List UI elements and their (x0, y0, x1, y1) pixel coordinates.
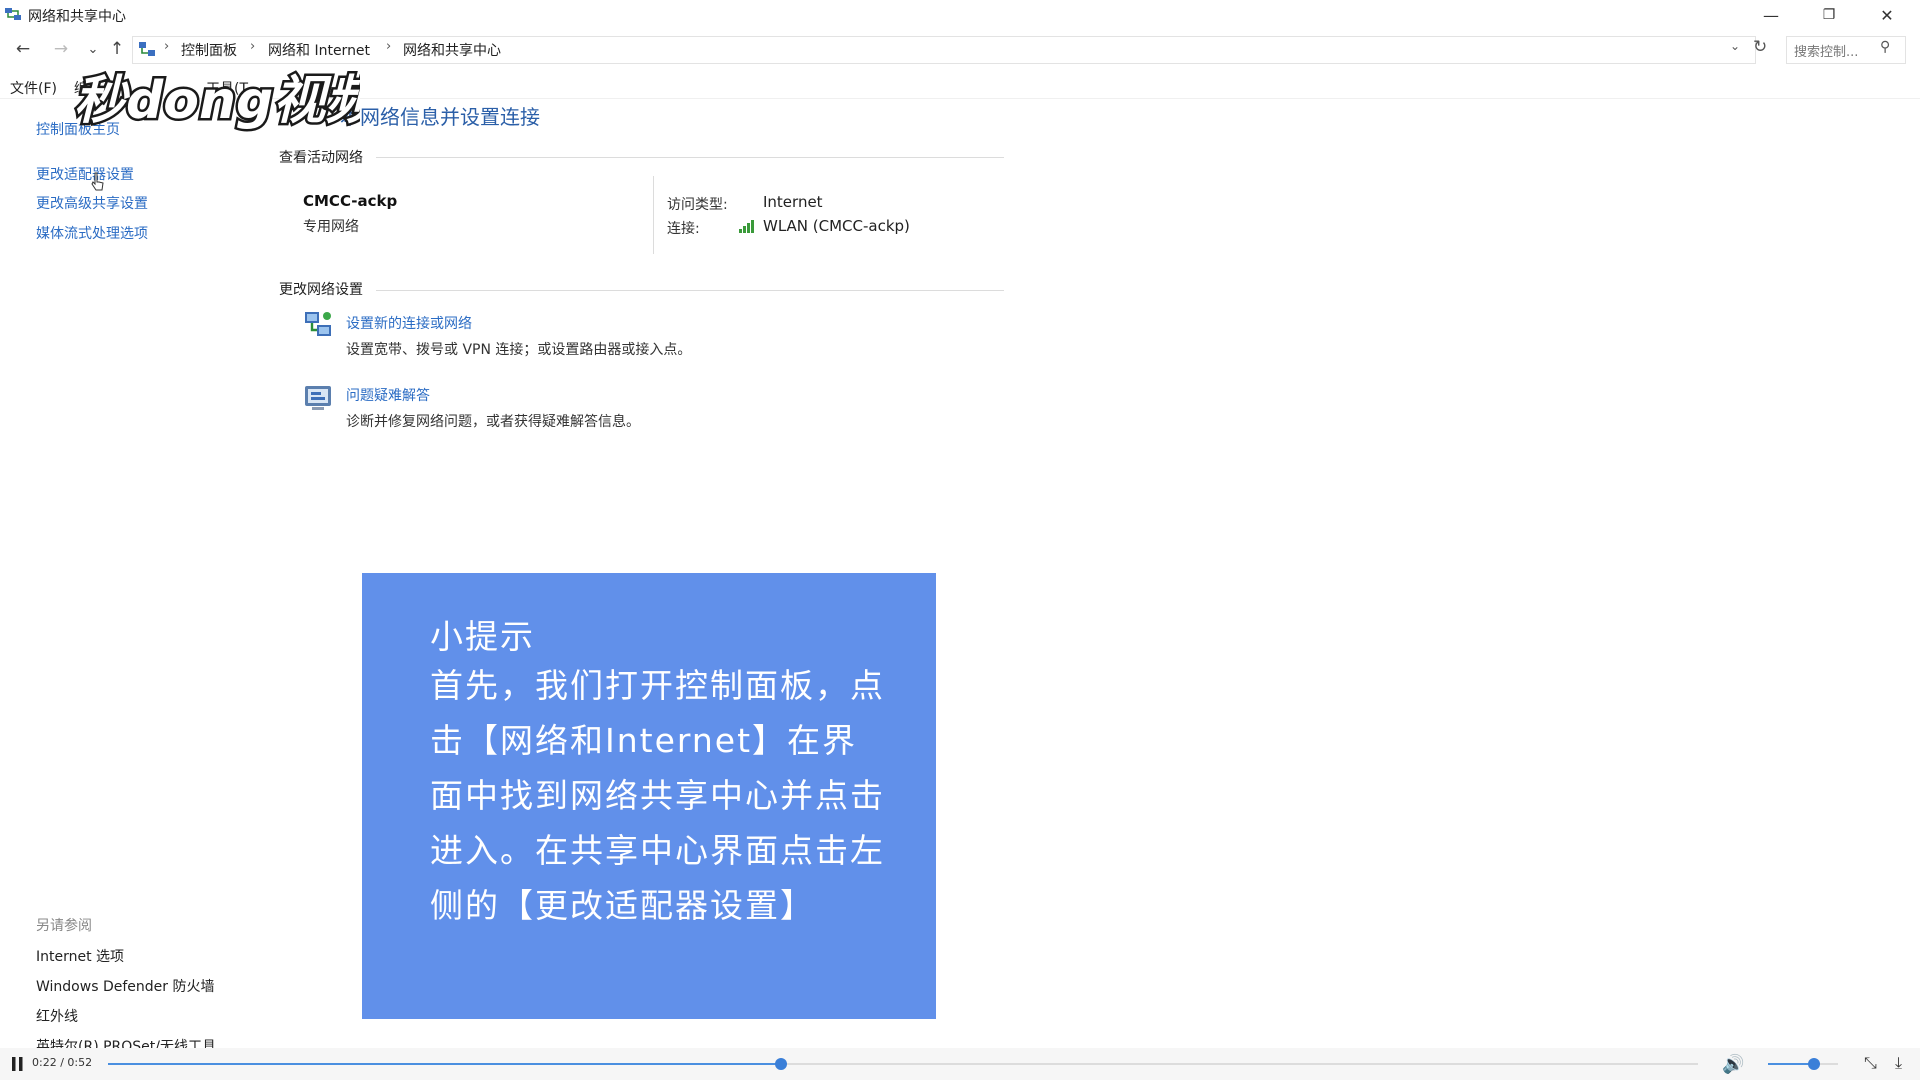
progress-fill (108, 1063, 781, 1065)
refresh-icon[interactable]: ↻ (1753, 37, 1767, 57)
sidebar-item-adapter-settings[interactable]: 更改适配器设置 (36, 164, 134, 184)
forward-button[interactable]: → (50, 38, 72, 60)
setup-new-connection-desc: 设置宽带、拨号或 VPN 连接；或设置路由器或接入点。 (346, 342, 692, 358)
tip-title: 小提示 (430, 617, 535, 656)
wlan-connection-link[interactable]: WLAN (CMCC-ackp) (763, 217, 910, 235)
see-also-internet-options[interactable]: Internet 选项 (36, 946, 124, 966)
download-icon[interactable]: ⤓ (1895, 1053, 1902, 1073)
minimize-button[interactable]: — (1742, 0, 1800, 30)
network-name: CMCC-ackp (303, 192, 398, 210)
history-dropdown-button[interactable]: ⌄ (82, 38, 104, 60)
progress-thumb[interactable] (774, 1058, 787, 1070)
svg-text:秒dong视频: 秒dong视频 (74, 71, 360, 131)
watermark-logo: 秒dong视频 (72, 69, 361, 134)
see-also-infrared[interactable]: 红外线 (36, 1006, 78, 1026)
network-center-icon (5, 8, 21, 20)
video-time: 0:22 / 0:52 (32, 1056, 93, 1069)
fullscreen-exit-icon[interactable]: ⤡ (1864, 1053, 1877, 1073)
connection-label: 连接: (667, 221, 700, 237)
section-divider (376, 157, 1004, 158)
access-type-label: 访问类型: (667, 197, 728, 213)
sidebar-item-advanced-sharing[interactable]: 更改高级共享设置 (36, 193, 148, 213)
active-network-heading: 查看活动网络 (279, 150, 363, 166)
network-divider (653, 176, 654, 254)
up-button[interactable]: ↑ (106, 38, 128, 60)
access-type-value: Internet (763, 193, 823, 211)
window-title: 网络和共享中心 (28, 9, 126, 25)
sidebar-item-media-streaming[interactable]: 媒体流式处理选项 (36, 223, 148, 243)
search-placeholder: 搜索控制... (1794, 45, 1859, 60)
volume-fill (1768, 1063, 1814, 1065)
address-dropdown-icon[interactable]: ⌄ (1730, 39, 1740, 53)
change-settings-heading: 更改网络设置 (279, 282, 363, 298)
pause-icon[interactable] (12, 1057, 23, 1071)
volume-icon[interactable]: 🔊 (1722, 1054, 1744, 1075)
section-divider (376, 290, 1004, 291)
close-button[interactable]: ✕ (1858, 0, 1916, 30)
restore-button[interactable]: ❐ (1800, 0, 1858, 30)
new-connection-icon (305, 312, 331, 336)
tip-body: 首先，我们打开控制面板，点击【网络和Internet】在界面中找到网络共享中心并… (430, 666, 885, 925)
breadcrumb-separator: › (250, 39, 256, 54)
breadcrumb-sharing-center[interactable]: 网络和共享中心 (403, 40, 501, 60)
see-also-firewall[interactable]: Windows Defender 防火墙 (36, 976, 214, 996)
menu-file[interactable]: 文件(F) (10, 78, 57, 98)
search-icon[interactable]: ⚲ (1880, 39, 1890, 55)
troubleshoot-link[interactable]: 问题疑难解答 (346, 385, 430, 405)
breadcrumb-separator: › (386, 39, 392, 54)
troubleshoot-desc: 诊断并修复网络问题，或者获得疑难解答信息。 (346, 414, 640, 430)
volume-thumb[interactable] (1807, 1058, 1820, 1070)
control-panel-icon (139, 42, 155, 56)
title-bar (0, 0, 1920, 30)
network-type: 专用网络 (303, 219, 359, 235)
breadcrumb-network-internet[interactable]: 网络和 Internet (268, 40, 370, 60)
page-title: 本网络信息并设置连接 (340, 105, 540, 129)
mouse-cursor-icon (91, 172, 104, 191)
see-also-heading: 另请参阅 (36, 918, 92, 934)
address-box[interactable] (132, 36, 1756, 64)
setup-new-connection-link[interactable]: 设置新的连接或网络 (346, 313, 472, 333)
breadcrumb-control-panel[interactable]: 控制面板 (181, 40, 237, 60)
breadcrumb-separator: › (164, 39, 170, 54)
wifi-signal-icon (739, 220, 754, 233)
troubleshoot-icon (305, 386, 331, 410)
back-button[interactable]: ← (12, 38, 34, 60)
